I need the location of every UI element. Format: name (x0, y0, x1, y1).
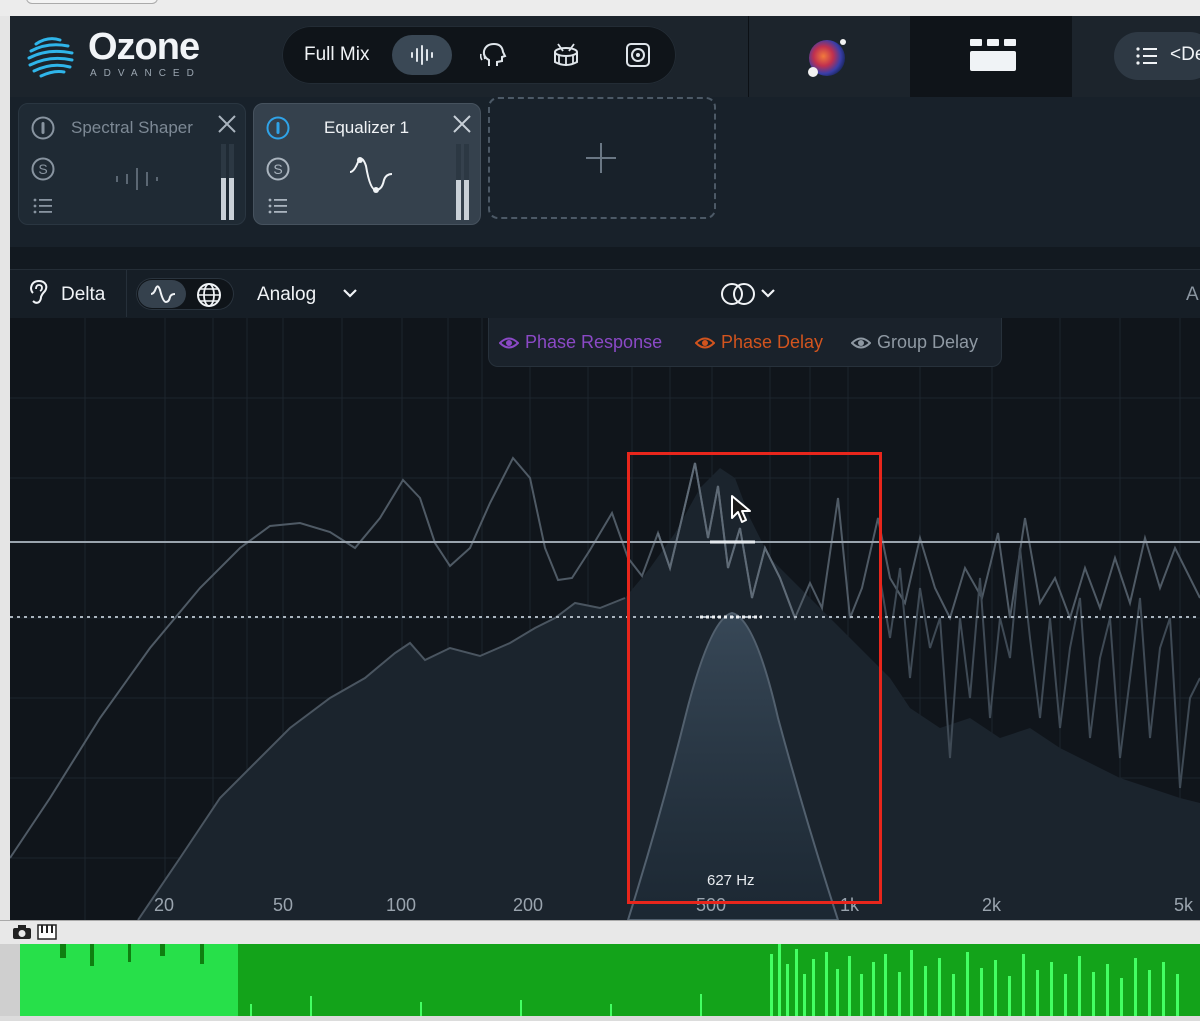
ear-icon[interactable] (28, 280, 50, 306)
logo-subtitle: ADVANCED (90, 68, 201, 79)
eye-icon (499, 337, 519, 348)
solo-icon[interactable]: S (266, 157, 290, 181)
svg-text:S: S (273, 161, 282, 177)
module-equalizer[interactable]: Equalizer 1 S (253, 103, 481, 225)
add-module-slot[interactable] (488, 97, 716, 219)
eq-curve-glyph-icon (349, 157, 393, 193)
eq-graph[interactable]: Phase Response Phase Delay Group Delay 6… (10, 318, 1200, 920)
module-level-meter (456, 144, 469, 220)
piano-keys-icon[interactable] (37, 924, 57, 940)
module-title: Spectral Shaper (71, 118, 193, 137)
chevron-down-icon[interactable] (760, 287, 776, 299)
eq-curve-icon (150, 285, 176, 304)
camera-icon[interactable] (12, 924, 32, 940)
module-spectral-shaper[interactable]: Spectral Shaper S (18, 103, 246, 225)
assistant-orb-icon[interactable] (803, 34, 851, 82)
module-level-meter (221, 144, 234, 220)
audio-waveform (20, 944, 1200, 1016)
legend-group-delay[interactable]: Group Delay (851, 332, 978, 353)
header-bar: Ozone ADVANCED Full Mix <D (10, 16, 1200, 97)
power-icon[interactable] (266, 116, 290, 140)
mix-selector: Full Mix (282, 26, 676, 84)
eq-spectrum-display (10, 318, 1200, 920)
stereo-link-icon[interactable] (720, 282, 756, 306)
logo-title: Ozone (88, 26, 200, 68)
highlight-annotation-box (627, 452, 882, 904)
drums-button[interactable] (536, 35, 596, 75)
legend-phase-delay-label: Phase Delay (721, 332, 824, 352)
globe-icon (197, 283, 221, 307)
freq-label-20: 20 (154, 895, 175, 915)
delta-label[interactable]: Delta (61, 284, 105, 306)
plus-icon (586, 143, 616, 173)
power-icon[interactable] (31, 116, 55, 140)
ozone-plugin-window: Ozone ADVANCED Full Mix <D Spectral Shap… (10, 16, 1200, 920)
waveform-icon (411, 45, 433, 65)
filter-mode-dropdown[interactable]: Analog (257, 284, 316, 306)
host-window-top-bar (0, 0, 1200, 16)
preset-menu-button[interactable]: <De (1114, 32, 1200, 80)
modules-view-tab[interactable] (910, 16, 1072, 97)
legend-phase-delay[interactable]: Phase Delay (695, 332, 823, 353)
close-icon[interactable] (452, 114, 472, 134)
legend-group-delay-label: Group Delay (877, 332, 979, 352)
host-tab[interactable] (26, 0, 158, 4)
full-mix-label[interactable]: Full Mix (304, 44, 369, 66)
waveform-button[interactable] (392, 35, 452, 75)
eye-icon (851, 337, 871, 348)
spectral-shaper-glyph-icon (116, 168, 158, 190)
eq-toolbar: Delta Analog A (10, 269, 1200, 319)
close-icon[interactable] (217, 114, 237, 134)
module-menu-icon[interactable] (33, 198, 53, 214)
eye-icon (695, 337, 715, 348)
module-menu-icon[interactable] (268, 198, 288, 214)
mouse-cursor-icon (731, 495, 751, 523)
freq-label-50: 50 (273, 895, 294, 915)
audio-track-waveform[interactable] (0, 944, 1200, 1016)
toolbar-edge-label: A (1186, 284, 1199, 305)
solo-icon[interactable]: S (31, 157, 55, 181)
host-track-toolbar (0, 920, 1200, 945)
header-divider (748, 16, 749, 97)
speaker-button[interactable] (608, 35, 668, 75)
freq-label-5k: 5k (1174, 895, 1194, 915)
module-title: Equalizer 1 (324, 118, 410, 137)
vocal-head-icon (480, 42, 507, 66)
legend-phase-response[interactable]: Phase Response (499, 332, 662, 353)
list-icon (1136, 47, 1157, 65)
toolbar-divider (126, 270, 127, 317)
module-strip-footer (10, 247, 1200, 269)
phase-legend-panel: Phase Response Phase Delay Group Delay (488, 318, 1002, 367)
vocal-button[interactable] (464, 35, 524, 75)
module-grid-icon (970, 39, 1016, 71)
chevron-down-icon[interactable] (342, 287, 358, 299)
freq-label-2k: 2k (982, 895, 1002, 915)
freq-label-100: 100 (386, 895, 417, 915)
freq-label-200: 200 (513, 895, 544, 915)
preset-name: <De (1170, 44, 1200, 65)
module-chain: Spectral Shaper S Equalizer 1 S (10, 97, 1200, 247)
ozone-logo-icon (27, 37, 74, 78)
svg-text:S: S (38, 161, 47, 177)
legend-phase-response-label: Phase Response (525, 332, 663, 352)
track-left-edge (0, 944, 20, 1016)
eq-mode-toggle[interactable] (136, 278, 234, 310)
speaker-icon (626, 43, 650, 67)
drum-icon (554, 43, 578, 66)
